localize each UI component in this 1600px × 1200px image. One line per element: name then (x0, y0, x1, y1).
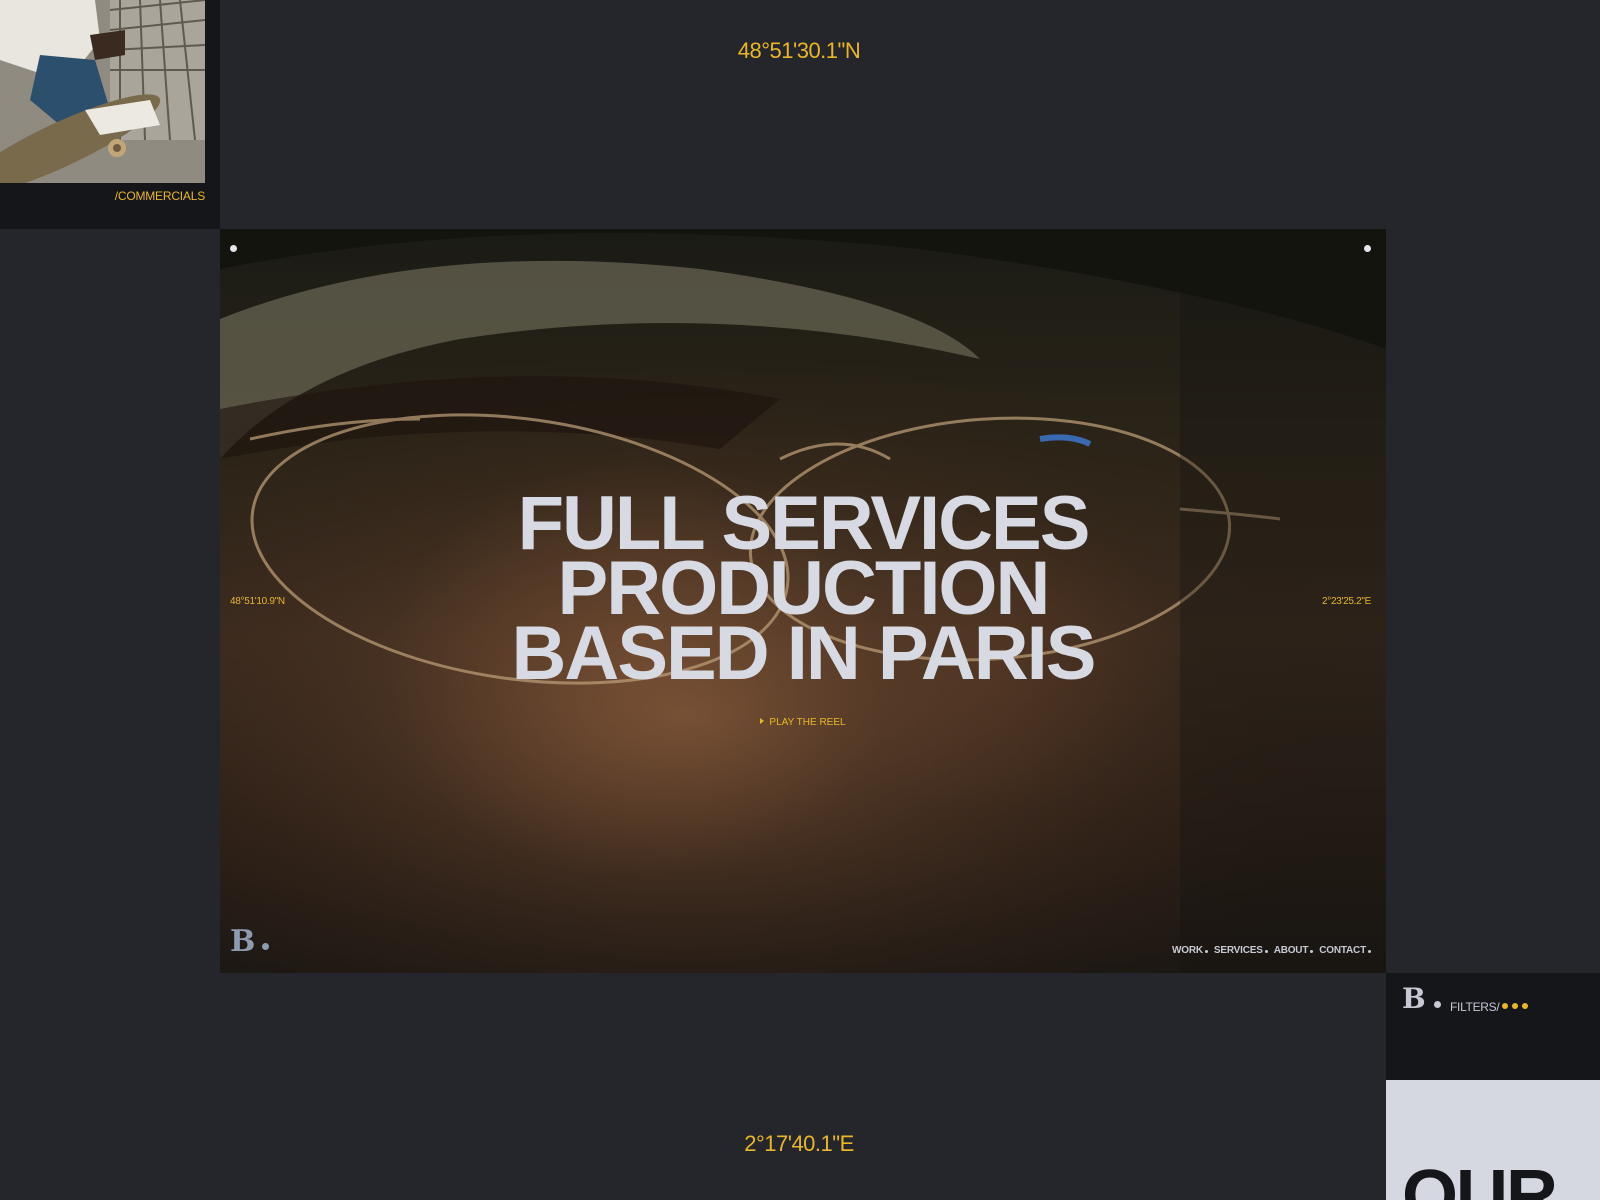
main-nav: WORK SERVICES ABOUT CONTACT (1172, 945, 1371, 956)
filter-dot (1522, 1003, 1528, 1009)
our-section-heading: OUR (1402, 1156, 1558, 1200)
filter-panel: B FILTERS/ (1386, 973, 1600, 1080)
filter-dot (1502, 1003, 1508, 1009)
commercials-thumbnail[interactable] (0, 0, 205, 183)
nav-contact[interactable]: CONTACT (1319, 945, 1371, 956)
top-coordinate: 48°51'30.1"N (737, 38, 861, 63)
filter-dot (1512, 1003, 1518, 1009)
hero-headline: FULL SERVICES PRODUCTION BASED IN PARIS (220, 486, 1386, 696)
bottom-coordinate: 2°17'40.1"E (744, 1131, 854, 1156)
headline-line-3: BASED IN PARIS (511, 611, 1097, 696)
commercials-card[interactable]: /COMMERCIALS (0, 0, 220, 229)
brand-logo-dot (262, 943, 270, 950)
play-reel-label: PLAY THE REEL (769, 717, 846, 728)
brand-logo[interactable]: B (230, 924, 270, 959)
panel-logo-letter: B (1402, 982, 1426, 1015)
corner-dot-right (1364, 245, 1371, 252)
our-section-card[interactable]: OUR (1386, 1080, 1600, 1200)
corner-dot-left (230, 245, 237, 252)
brand-logo-letter: B (230, 924, 256, 959)
page: 48°51'30.1"N /COMMERCIALS 48°51'10.9"N 2… (0, 0, 1600, 1200)
play-reel-button[interactable]: PLAY THE REEL (220, 717, 1386, 728)
filters-label[interactable]: FILTERS/ (1450, 1000, 1500, 1014)
nav-work[interactable]: WORK (1172, 945, 1208, 956)
filters-more-icon[interactable] (1502, 1003, 1528, 1009)
nav-services[interactable]: SERVICES (1214, 945, 1268, 956)
nav-about[interactable]: ABOUT (1274, 945, 1314, 956)
panel-logo-dot (1433, 1001, 1441, 1008)
panel-logo[interactable]: B (1402, 985, 1441, 1013)
commercials-label[interactable]: /COMMERCIALS (115, 189, 205, 203)
play-icon (760, 718, 765, 724)
hero-video[interactable]: 48°51'10.9"N 2°23'25.2"E FULL SERVICES P… (220, 229, 1386, 973)
